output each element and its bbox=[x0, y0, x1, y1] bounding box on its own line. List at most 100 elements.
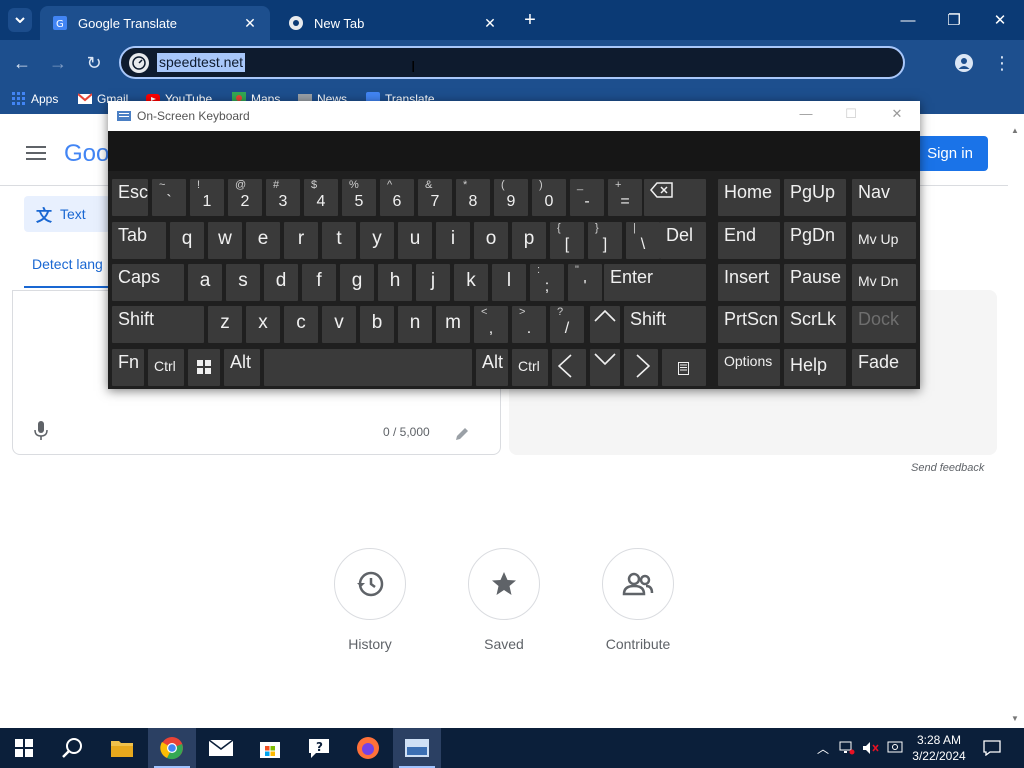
key-arrow-down[interactable] bbox=[590, 349, 620, 386]
key-symbol[interactable]: % 5 bbox=[342, 179, 376, 216]
sign-in-button[interactable]: Sign in bbox=[912, 136, 988, 171]
close-window-button[interactable]: ✕ bbox=[978, 4, 1022, 36]
system-clock[interactable]: 3:28 AM 3/22/2024 bbox=[904, 732, 974, 764]
key-w[interactable]: w bbox=[208, 222, 242, 259]
chrome-button[interactable] bbox=[148, 728, 196, 768]
key-symbol[interactable]: :; bbox=[530, 264, 564, 301]
file-explorer-button[interactable] bbox=[98, 728, 146, 768]
microphone-icon[interactable] bbox=[32, 420, 50, 442]
key-symbol[interactable]: ! 1 bbox=[190, 179, 224, 216]
key-shift-left[interactable]: Shift bbox=[112, 306, 204, 343]
key-symbol[interactable]: }] bbox=[588, 222, 622, 259]
key-symbol[interactable]: + = bbox=[608, 179, 642, 216]
key-symbol[interactable]: @2 bbox=[228, 179, 262, 216]
key-l[interactable]: l bbox=[492, 264, 526, 301]
key-pause[interactable]: Pause bbox=[784, 264, 846, 301]
help-button[interactable]: ? bbox=[295, 728, 343, 768]
key-symbol[interactable]: | \ bbox=[626, 222, 660, 259]
scroll-up-arrow-icon[interactable]: ▲ bbox=[1011, 126, 1019, 135]
key-s[interactable]: s bbox=[226, 264, 260, 301]
send-feedback-link[interactable]: Send feedback bbox=[911, 462, 984, 474]
key-arrow-right[interactable] bbox=[624, 349, 658, 386]
key-symbol[interactable]: ~ ` bbox=[152, 179, 186, 216]
key-k[interactable]: k bbox=[454, 264, 488, 301]
key-del[interactable]: Del bbox=[660, 222, 706, 259]
contribute-button[interactable]: Contribute bbox=[588, 548, 688, 652]
bookmark-apps[interactable]: Apps bbox=[12, 92, 58, 106]
key-enter[interactable]: Enter bbox=[604, 264, 706, 301]
key-options[interactable]: Options bbox=[718, 349, 780, 386]
address-bar[interactable]: speedtest.net bbox=[119, 46, 905, 79]
key-pgdn[interactable]: PgDn bbox=[784, 222, 846, 259]
key-windows[interactable] bbox=[188, 349, 220, 386]
key-symbol[interactable]: (9 bbox=[494, 179, 528, 216]
key-a[interactable]: a bbox=[188, 264, 222, 301]
notifications-icon[interactable] bbox=[980, 728, 1004, 768]
key-symbol[interactable]: #3 bbox=[266, 179, 300, 216]
tab-new-tab[interactable]: New Tab ✕ bbox=[276, 6, 510, 40]
minimize-button[interactable]: — bbox=[886, 4, 930, 36]
key-nav[interactable]: Nav bbox=[852, 179, 916, 216]
osk-minimize-button[interactable]: — bbox=[791, 106, 821, 126]
detect-language-tab[interactable]: Detect lang bbox=[32, 256, 103, 272]
key-ctrl-left[interactable]: Ctrl bbox=[148, 349, 184, 386]
key-t[interactable]: t bbox=[322, 222, 356, 259]
key-tab[interactable]: Tab bbox=[112, 222, 166, 259]
key-symbol[interactable]: ^ 6 bbox=[380, 179, 414, 216]
key-r[interactable]: r bbox=[284, 222, 318, 259]
key-alt-left[interactable]: Alt bbox=[224, 349, 260, 386]
key-menu[interactable] bbox=[662, 349, 706, 386]
key-fade[interactable]: Fade bbox=[852, 349, 916, 386]
key-home[interactable]: Home bbox=[718, 179, 780, 216]
start-button[interactable] bbox=[0, 728, 48, 768]
key-h[interactable]: h bbox=[378, 264, 412, 301]
close-tab-icon[interactable]: ✕ bbox=[242, 15, 258, 32]
profile-icon[interactable] bbox=[951, 50, 977, 76]
key-z[interactable]: z bbox=[208, 306, 242, 343]
new-tab-button[interactable]: + bbox=[518, 8, 542, 32]
key-p[interactable]: p bbox=[512, 222, 546, 259]
scroll-down-arrow-icon[interactable]: ▼ bbox=[1011, 714, 1019, 723]
text-mode-button[interactable]: 文 Text bbox=[24, 196, 110, 232]
google-logo[interactable]: Goo bbox=[64, 140, 109, 168]
key-arrow-left[interactable] bbox=[552, 349, 586, 386]
key-o[interactable]: o bbox=[474, 222, 508, 259]
key-b[interactable]: b bbox=[360, 306, 394, 343]
key-symbol[interactable]: <, bbox=[474, 306, 508, 343]
key-prtscn[interactable]: PrtScn bbox=[718, 306, 780, 343]
firefox-button[interactable] bbox=[344, 728, 392, 768]
key-arrow-up[interactable] bbox=[590, 306, 620, 343]
key-backspace[interactable] bbox=[644, 179, 706, 216]
key-q[interactable]: q bbox=[170, 222, 204, 259]
close-tab-icon[interactable]: ✕ bbox=[482, 15, 498, 32]
key-n[interactable]: n bbox=[398, 306, 432, 343]
key-symbol[interactable]: {[ bbox=[550, 222, 584, 259]
key-symbol[interactable]: ) 0 bbox=[532, 179, 566, 216]
key-j[interactable]: j bbox=[416, 264, 450, 301]
key-symbol[interactable]: " ' bbox=[568, 264, 602, 301]
osk-titlebar[interactable]: On-Screen Keyboard — ☐ ✕ bbox=[108, 101, 920, 131]
display-settings-icon[interactable] bbox=[884, 728, 906, 768]
key-symbol[interactable]: >. bbox=[512, 306, 546, 343]
key-symbol[interactable]: & 7 bbox=[418, 179, 452, 216]
key-dock[interactable]: Dock bbox=[852, 306, 916, 343]
restore-button[interactable]: ❐ bbox=[932, 4, 976, 36]
key-pgup[interactable]: PgUp bbox=[784, 179, 846, 216]
key-x[interactable]: x bbox=[246, 306, 280, 343]
search-button[interactable] bbox=[48, 728, 96, 768]
key-insert[interactable]: Insert bbox=[718, 264, 780, 301]
key-move-down[interactable]: Mv Dn bbox=[852, 264, 916, 301]
key-symbol[interactable]: * 8 bbox=[456, 179, 490, 216]
tab-google-translate[interactable]: G Google Translate ✕ bbox=[40, 6, 270, 40]
key-alt-right[interactable]: Alt bbox=[476, 349, 508, 386]
key-c[interactable]: c bbox=[284, 306, 318, 343]
key-u[interactable]: u bbox=[398, 222, 432, 259]
more-menu-icon[interactable]: ⋮ bbox=[989, 50, 1015, 76]
key-space[interactable] bbox=[264, 349, 472, 386]
volume-muted-icon[interactable] bbox=[860, 728, 882, 768]
hamburger-menu-icon[interactable] bbox=[26, 146, 46, 160]
key-symbol[interactable]: _ - bbox=[570, 179, 604, 216]
key-ctrl-right[interactable]: Ctrl bbox=[512, 349, 548, 386]
store-button[interactable] bbox=[246, 728, 294, 768]
network-icon[interactable] bbox=[836, 728, 858, 768]
